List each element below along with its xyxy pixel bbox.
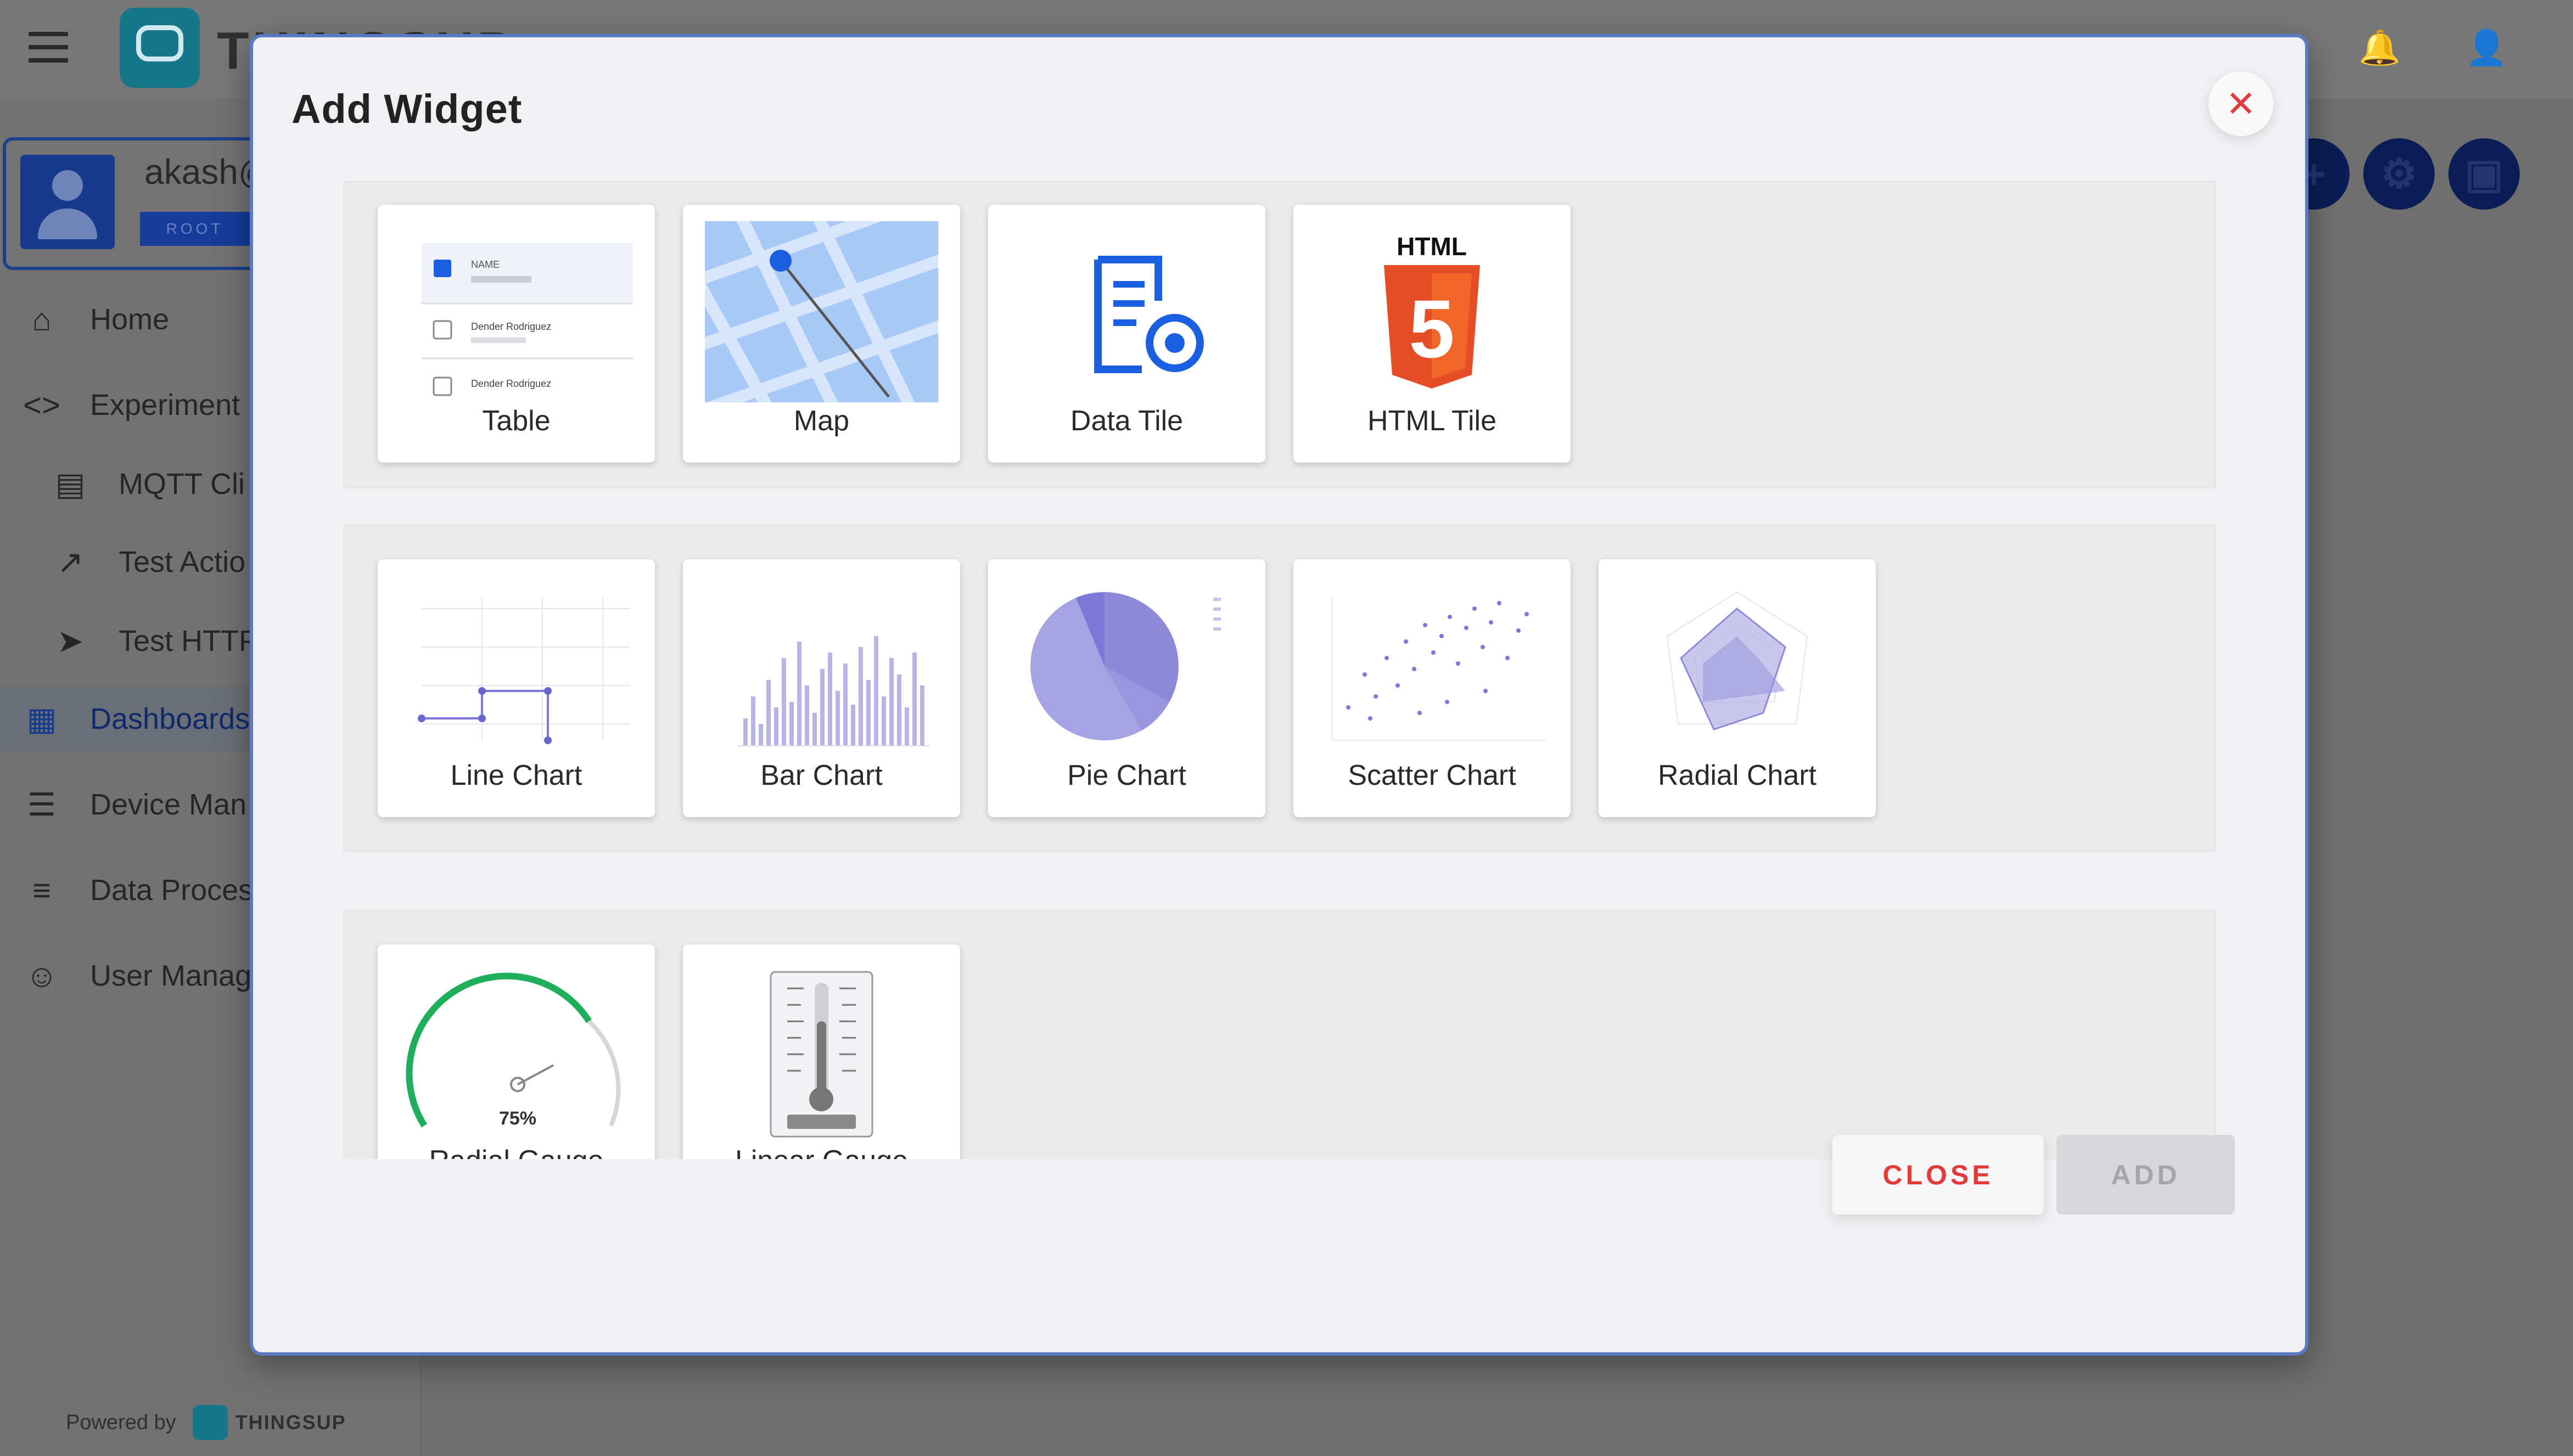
svg-text:Dender Rodriguez: Dender Rodriguez bbox=[471, 378, 551, 389]
widget-list-scroll-area[interactable]: 75% Radial Gauge bbox=[343, 910, 2216, 1159]
users-icon: ☺ bbox=[25, 958, 58, 994]
table-thumbnail-icon: NAME Dender Rodriguez Dender Rodriguez bbox=[400, 221, 633, 402]
widget-label-html-tile: HTML Tile bbox=[1367, 405, 1496, 437]
widget-card-linear-gauge[interactable]: Linear Gauge bbox=[683, 945, 960, 1159]
widget-label-table: Table bbox=[482, 405, 551, 437]
dialog-title: Add Widget bbox=[292, 86, 523, 132]
widget-section-gauges: 75% Radial Gauge bbox=[343, 910, 2216, 1159]
widget-card-radial-chart[interactable]: Radial Chart bbox=[1599, 559, 1876, 817]
widget-label-radial-chart: Radial Chart bbox=[1657, 760, 1817, 791]
widget-label-linear-gauge: Linear Gauge bbox=[683, 1144, 960, 1159]
dashboard-icon: ▦ bbox=[26, 701, 57, 737]
widget-section-charts: Line Chart Bar Chart Pie Chart Scatter C… bbox=[343, 525, 2216, 852]
settings-fab[interactable]: ⚙ bbox=[2363, 138, 2435, 210]
scatter-chart-thumbnail-icon bbox=[1315, 576, 1549, 757]
list-icon: ≡ bbox=[32, 872, 51, 908]
thingsup-logo-icon bbox=[192, 1405, 228, 1440]
map-thumbnail-icon bbox=[705, 221, 938, 402]
radial-chart-thumbnail-icon bbox=[1621, 576, 1854, 757]
widget-label-bar-chart: Bar Chart bbox=[760, 760, 883, 791]
user-role-badge: ROOT bbox=[140, 212, 250, 246]
line-chart-thumbnail-icon bbox=[400, 576, 633, 757]
widget-section-data: NAME Dender Rodriguez Dender Rodriguez T… bbox=[343, 181, 2216, 488]
avatar bbox=[20, 155, 115, 249]
data-tile-thumbnail-icon bbox=[1010, 221, 1243, 402]
account-icon[interactable]: 👤 bbox=[2462, 23, 2512, 72]
widget-card-data-tile[interactable]: Data Tile bbox=[988, 205, 1265, 463]
send-icon: ➤ bbox=[57, 623, 84, 659]
widget-label-radial-gauge: Radial Gauge bbox=[378, 1144, 655, 1159]
widget-label-data-tile: Data Tile bbox=[1070, 405, 1184, 437]
widget-label-scatter-chart: Scatter Chart bbox=[1348, 760, 1516, 791]
close-button[interactable]: CLOSE bbox=[1832, 1135, 2044, 1215]
linear-gauge-thumbnail-icon bbox=[705, 961, 938, 1142]
widget-card-radial-gauge[interactable]: 75% Radial Gauge bbox=[378, 945, 655, 1159]
tune-icon: ☰ bbox=[27, 787, 56, 823]
widget-card-pie-chart[interactable]: Pie Chart bbox=[988, 559, 1265, 817]
external-link-icon: ↗ bbox=[57, 544, 84, 580]
add-widget-dialog: Add Widget ✕ NAME Dender Rodriguez Dende… bbox=[250, 34, 2308, 1356]
widget-card-line-chart[interactable]: Line Chart bbox=[378, 559, 655, 817]
widget-card-table[interactable]: NAME Dender Rodriguez Dender Rodriguez T… bbox=[378, 205, 655, 463]
save-fab[interactable]: ▣ bbox=[2448, 138, 2520, 210]
notifications-bell-icon[interactable]: 🔔 bbox=[2355, 23, 2404, 72]
svg-text:Dender Rodriguez: Dender Rodriguez bbox=[471, 321, 551, 332]
bar-chart-thumbnail-icon bbox=[705, 576, 938, 757]
widget-card-scatter-chart[interactable]: Scatter Chart bbox=[1293, 559, 1571, 817]
svg-text:75%: 75% bbox=[499, 1108, 536, 1129]
widget-card-map[interactable]: Map bbox=[683, 205, 960, 463]
svg-text:NAME: NAME bbox=[471, 259, 500, 270]
close-icon[interactable]: ✕ bbox=[2208, 71, 2273, 136]
home-icon: ⌂ bbox=[32, 301, 52, 338]
widget-card-bar-chart[interactable]: Bar Chart bbox=[683, 559, 960, 817]
pie-chart-thumbnail-icon bbox=[1010, 576, 1243, 757]
widget-label-pie-chart: Pie Chart bbox=[1067, 760, 1186, 791]
menu-icon[interactable] bbox=[29, 32, 68, 65]
app-logo-icon bbox=[120, 8, 200, 88]
powered-by-footer: Powered by THINGSUP bbox=[66, 1405, 346, 1440]
widget-label-line-chart: Line Chart bbox=[450, 760, 582, 791]
radial-gauge-thumbnail-icon: 75% bbox=[400, 961, 633, 1142]
svg-text:HTML: HTML bbox=[1397, 232, 1467, 261]
code-icon: <> bbox=[23, 387, 60, 423]
widget-card-html-tile[interactable]: HTML 5 HTML Tile bbox=[1293, 205, 1571, 463]
add-button[interactable]: ADD bbox=[2056, 1135, 2235, 1215]
svg-text:5: 5 bbox=[1409, 283, 1454, 375]
clipboard-icon: ▤ bbox=[55, 466, 86, 502]
html5-logo-icon: HTML 5 bbox=[1315, 221, 1549, 402]
widget-label-map: Map bbox=[793, 405, 850, 437]
user-profile-card[interactable]: akash@ ROOT bbox=[3, 137, 274, 270]
